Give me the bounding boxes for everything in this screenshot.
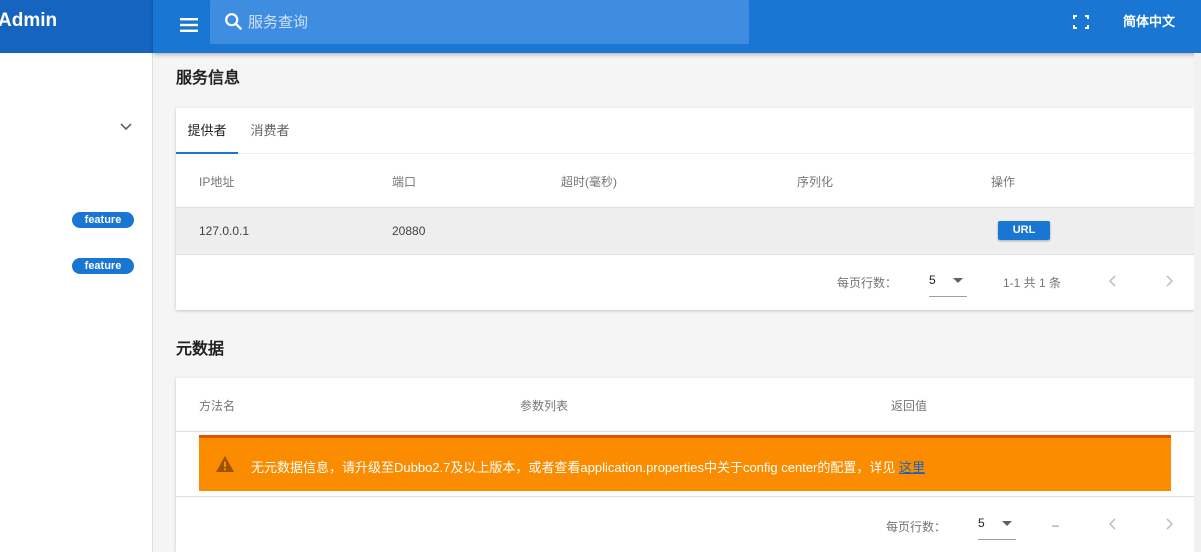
metadata-card: 方法名 参数列表 返回值 无元数据信息，请升级至Dubbo2.7及以上版本，或者… [176, 378, 1194, 552]
warning-alert: 无元数据信息，请升级至Dubbo2.7及以上版本，或者查看application… [199, 435, 1171, 491]
top-bar: 简体中文 [153, 0, 1201, 53]
rows-per-page-value: 5 [929, 273, 936, 287]
scrollbar[interactable] [1194, 53, 1201, 552]
column-header-params: 参数列表 [520, 399, 569, 413]
pagination-range: 1-1 共 1 条 [1003, 276, 1062, 290]
warning-icon [216, 456, 234, 472]
rows-per-page-label: 每页行数： [886, 520, 947, 534]
feature-badge: feature [72, 212, 134, 228]
url-button[interactable]: URL [998, 221, 1050, 240]
tab-bar: 提供者 消费者 [176, 108, 1194, 154]
column-header-serialization: 序列化 [797, 175, 834, 189]
column-header-return: 返回值 [891, 399, 928, 413]
fullscreen-icon[interactable] [1071, 13, 1091, 31]
service-info-title: 服务信息 [176, 70, 241, 87]
caret-down-icon [1002, 521, 1012, 526]
prev-page-icon[interactable] [1106, 274, 1120, 288]
cell-port: 20880 [392, 224, 426, 238]
details-link[interactable]: 这里 [899, 460, 925, 475]
language-switch[interactable]: 简体中文 [1119, 12, 1179, 32]
brand-title: Admin [0, 0, 153, 53]
rows-per-page-value: 5 [978, 516, 985, 530]
alert-message: 无元数据信息，请升级至Dubbo2.7及以上版本，或者查看application… [251, 460, 926, 475]
search-icon [225, 13, 243, 31]
caret-down-icon [953, 278, 963, 283]
column-header-port: 端口 [392, 175, 417, 189]
tab-providers[interactable]: 提供者 [176, 108, 238, 154]
cell-ip: 127.0.0.1 [199, 224, 250, 238]
next-page-icon[interactable] [1162, 517, 1176, 531]
rows-per-page-label: 每页行数： [837, 276, 898, 290]
feature-badge: feature [72, 258, 134, 274]
table-row: 127.0.0.1 20880 URL [176, 207, 1194, 255]
tab-consumers[interactable]: 消费者 [240, 108, 300, 154]
column-header-method: 方法名 [199, 399, 236, 413]
search-input[interactable] [248, 0, 738, 44]
providers-card: 提供者 消费者 IP地址 端口 超时(毫秒) 序列化 操作 127.0.0.1 … [176, 108, 1194, 310]
header-divider [176, 431, 1194, 432]
sidebar: Admin feature feature [0, 0, 153, 552]
column-header-ip: IP地址 [199, 175, 235, 189]
menu-icon[interactable] [177, 13, 201, 37]
metadata-title: 元数据 [176, 341, 225, 358]
prev-page-icon[interactable] [1106, 517, 1120, 531]
chevron-down-icon[interactable] [118, 119, 134, 135]
column-header-timeout: 超时(毫秒) [561, 175, 617, 189]
search-box [210, 0, 749, 44]
pagination-range: – [1052, 518, 1059, 532]
column-header-action: 操作 [991, 175, 1016, 189]
footer-divider [176, 496, 1194, 497]
next-page-icon[interactable] [1162, 274, 1176, 288]
rows-per-page-select[interactable]: 5 [929, 269, 967, 297]
rows-per-page-select[interactable]: 5 [978, 512, 1016, 540]
